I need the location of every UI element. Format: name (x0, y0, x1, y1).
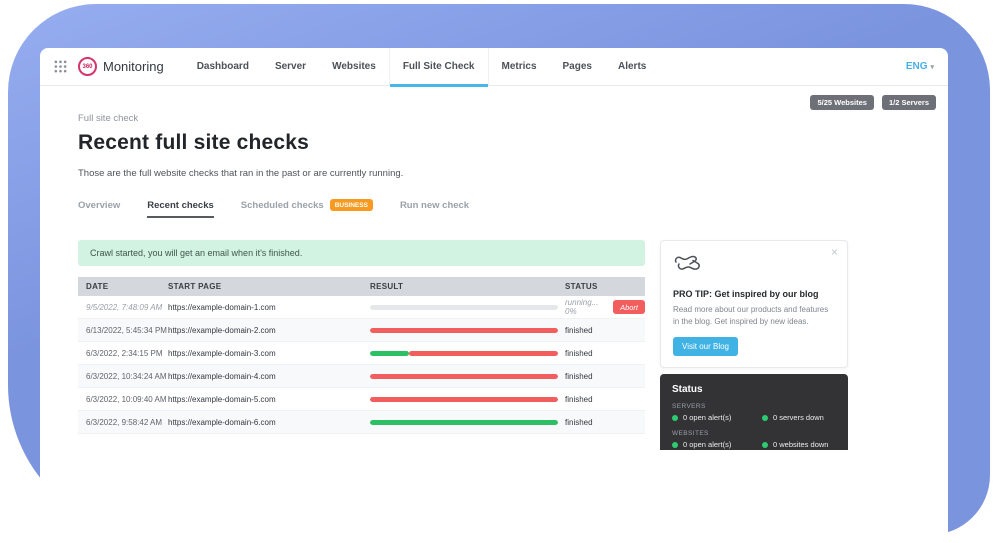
status-panel-title: Status (672, 384, 836, 395)
green-dot-icon (762, 442, 768, 448)
status-panel: Status SERVERS 0 open alert(s) 0 servers… (660, 374, 848, 450)
status-item-label: 0 open alert(s) (683, 413, 731, 422)
check-start-page: https://example-domain-5.com (168, 395, 370, 404)
table-row: 6/3/2022, 2:34:15 PM https://example-dom… (78, 342, 645, 365)
tab-bar: Overview Recent checks Scheduled checks … (78, 199, 948, 218)
result-bar (370, 351, 558, 356)
websites-quota-badge: 5/25 Websites (810, 95, 873, 110)
table-row: 6/3/2022, 10:09:40 AM https://example-do… (78, 388, 645, 411)
check-status: finished (565, 349, 593, 358)
breadcrumb: Full site check (78, 113, 948, 124)
tab-run-new-check[interactable]: Run new check (400, 200, 469, 218)
status-item: 0 websites down (762, 440, 828, 449)
pro-tip-body: Read more about our products and feature… (673, 304, 835, 328)
table-header: DATE START PAGE RESULT STATUS (78, 277, 645, 296)
result-bar (370, 328, 558, 333)
col-start-page: START PAGE (168, 282, 370, 291)
page: 360 Monitoring Dashboard Server Websites… (0, 0, 997, 543)
green-dot-icon (762, 415, 768, 421)
sidebar: × PRO TIP: Get inspired by our blog Read… (660, 240, 848, 450)
check-status: finished (565, 395, 593, 404)
tab-recent-checks[interactable]: Recent checks (147, 200, 214, 218)
col-result: RESULT (370, 282, 565, 291)
abort-button[interactable]: Abort (613, 300, 645, 314)
logo-text: Monitoring (103, 59, 164, 74)
page-title: Recent full site checks (78, 131, 948, 155)
check-start-page: https://example-domain-1.com (168, 303, 370, 312)
col-status: STATUS (565, 282, 645, 291)
logo-360-icon: 360 (78, 57, 97, 76)
close-icon[interactable]: × (831, 245, 838, 259)
top-navbar: 360 Monitoring Dashboard Server Websites… (40, 48, 948, 86)
result-bar (370, 305, 558, 310)
page-subtitle: Those are the full website checks that r… (78, 168, 948, 179)
status-item: 0 servers down (762, 413, 824, 422)
table-row: 9/5/2022, 7:48:09 AM https://example-dom… (78, 296, 645, 319)
status-item: 0 open alert(s) (672, 413, 762, 422)
chevron-down-icon: ▾ (930, 63, 934, 71)
status-section-servers: SERVERS (672, 403, 836, 410)
nav-item-dashboard[interactable]: Dashboard (184, 48, 262, 86)
nav-item-pages[interactable]: Pages (550, 48, 605, 86)
quota-badges: 5/25 Websites 1/2 Servers (40, 86, 948, 110)
app-launcher-icon[interactable] (54, 60, 67, 73)
business-badge: BUSINESS (330, 199, 373, 211)
check-date: 9/5/2022, 7:48:09 AM (78, 303, 168, 312)
tab-overview[interactable]: Overview (78, 200, 120, 218)
visit-blog-button[interactable]: Visit our Blog (673, 337, 738, 356)
servers-quota-badge: 1/2 Servers (882, 95, 936, 110)
check-start-page: https://example-domain-4.com (168, 372, 370, 381)
check-start-page: https://example-domain-3.com (168, 349, 370, 358)
nav-item-metrics[interactable]: Metrics (489, 48, 550, 86)
tab-scheduled-checks-label: Scheduled checks (241, 200, 324, 211)
green-dot-icon (672, 442, 678, 448)
result-bar (370, 420, 558, 425)
table-row: 6/3/2022, 9:58:42 AM https://example-dom… (78, 411, 645, 434)
result-bar (370, 397, 558, 402)
check-date: 6/3/2022, 10:09:40 AM (78, 395, 168, 404)
handshake-icon (673, 263, 705, 280)
check-date: 6/3/2022, 9:58:42 AM (78, 418, 168, 427)
success-notification: Crawl started, you will get an email whe… (78, 240, 645, 266)
tab-scheduled-checks[interactable]: Scheduled checks BUSINESS (241, 199, 373, 218)
check-start-page: https://example-domain-6.com (168, 418, 370, 427)
status-item: 0 open alert(s) (672, 440, 762, 449)
table-row: 6/3/2022, 10:34:24 AM https://example-do… (78, 365, 645, 388)
language-selector[interactable]: ENG ▾ (906, 61, 934, 72)
col-date: DATE (78, 282, 168, 291)
checks-table: DATE START PAGE RESULT STATUS 9/5/2022, … (78, 277, 645, 434)
app-window: 360 Monitoring Dashboard Server Websites… (40, 48, 948, 543)
table-row: 6/13/2022, 5:45:34 PM https://example-do… (78, 319, 645, 342)
check-start-page: https://example-domain-2.com (168, 326, 370, 335)
check-date: 6/13/2022, 5:45:34 PM (78, 326, 168, 335)
checks-column: Crawl started, you will get an email whe… (78, 240, 645, 434)
check-status: finished (565, 418, 593, 427)
nav-menu: Dashboard Server Websites Full Site Chec… (184, 48, 660, 86)
check-status: running... 0% (565, 298, 607, 316)
nav-item-server[interactable]: Server (262, 48, 319, 86)
logo[interactable]: 360 Monitoring (78, 57, 164, 76)
language-label: ENG (906, 61, 928, 72)
status-row: 0 open alert(s) 0 servers down (672, 413, 836, 422)
nav-item-full-site-check[interactable]: Full Site Check (389, 48, 489, 86)
status-row: 0 open alert(s) 0 websites down (672, 440, 836, 449)
pro-tip-card: × PRO TIP: Get inspired by our blog Read… (660, 240, 848, 368)
check-date: 6/3/2022, 10:34:24 AM (78, 372, 168, 381)
result-bar (370, 374, 558, 379)
status-item-label: 0 open alert(s) (683, 440, 731, 449)
check-status: finished (565, 326, 593, 335)
status-section-websites: WEBSITES (672, 430, 836, 437)
check-status: finished (565, 372, 593, 381)
green-dot-icon (672, 415, 678, 421)
status-item-label: 0 websites down (773, 440, 828, 449)
nav-item-alerts[interactable]: Alerts (605, 48, 659, 86)
status-item-label: 0 servers down (773, 413, 824, 422)
check-date: 6/3/2022, 2:34:15 PM (78, 349, 168, 358)
nav-item-websites[interactable]: Websites (319, 48, 389, 86)
pro-tip-title: PRO TIP: Get inspired by our blog (673, 289, 835, 299)
